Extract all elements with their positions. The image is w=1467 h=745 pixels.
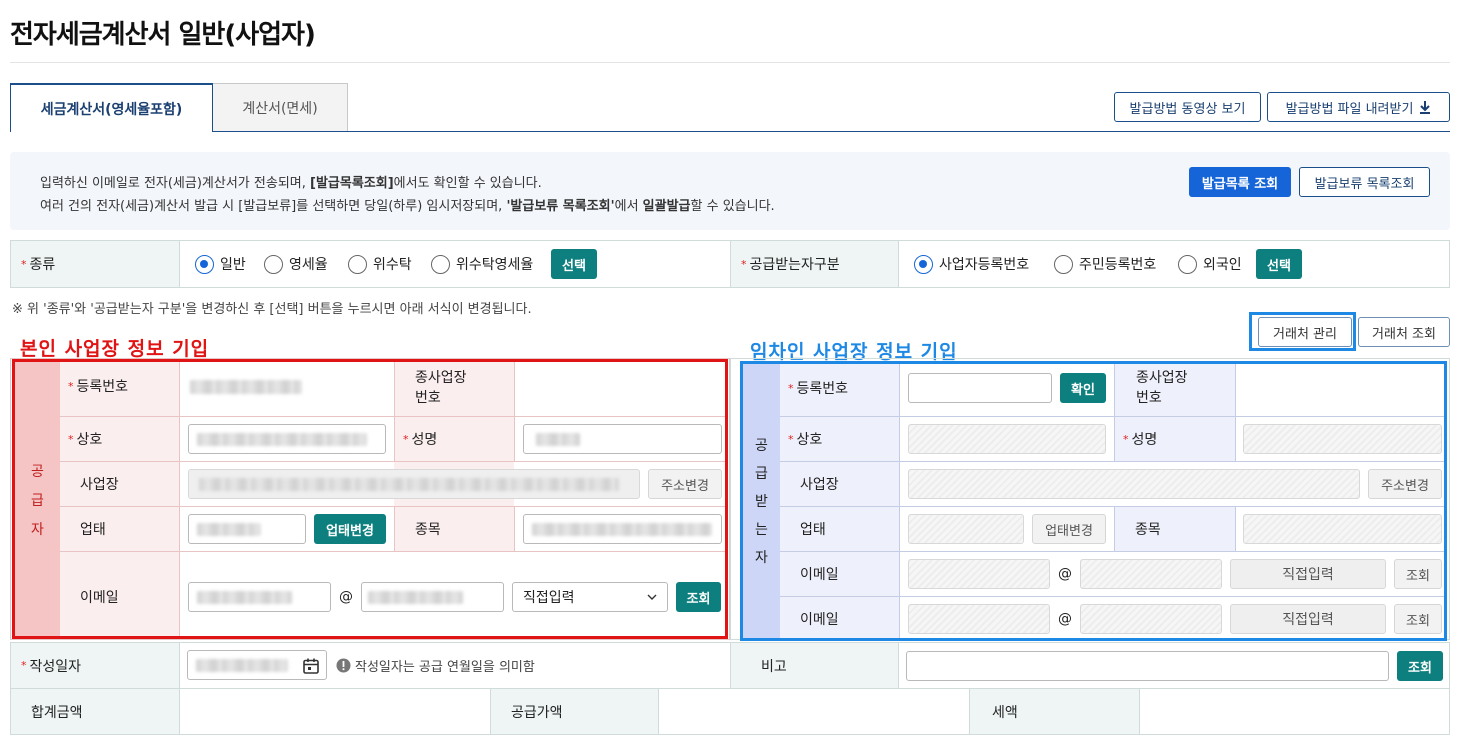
partner-lookup-button[interactable]: 거래처 조회 [1358,317,1450,347]
radio-circle [431,254,450,274]
notice-line-1: 입력하신 이메일로 전자(세금)계산서가 전송되며, [발급목록조회]에서도 확… [40,176,542,191]
recv-radio-resident-no[interactable]: 주민등록번호 [1054,254,1156,274]
issue-list-button[interactable]: 발급목록 조회 [1189,167,1291,197]
recv-select-button[interactable]: 선택 [1256,249,1302,279]
date-input[interactable] [187,650,327,680]
date-label: 작성일자 [29,658,82,675]
tax-amount-label: 세액 [969,689,1140,734]
radio-circle [1054,254,1073,274]
download-icon [1420,101,1431,114]
total-amount-label: 합계금액 [11,689,180,734]
radio-circle [195,254,214,274]
hold-list-button[interactable]: 발급보류 목록조회 [1299,167,1430,197]
page-title: 전자세금계산서 일반(사업자) [10,20,316,50]
memo-input[interactable] [906,651,1389,681]
form-change-note: ※ 위 '종류'와 '공급받는자 구분'을 변경하신 후 [선택] 버튼을 누르… [12,302,532,317]
kind-radio-zero-rate[interactable]: 영세율 [264,254,328,274]
title-divider [10,62,1450,63]
recv-radio-foreigner[interactable]: 외국인 [1178,254,1242,274]
radio-circle [914,254,933,274]
memo-lookup-button[interactable]: 조회 [1397,651,1443,681]
video-guide-label: 발급방법 동영상 보기 [1129,101,1246,117]
notice-line-2: 여러 건의 전자(세금)계산서 발급 시 [발급보류]를 선택하면 당일(하루)… [40,199,775,214]
highlight-receiver-section [740,361,1447,641]
memo-label: 비고 [730,643,899,688]
info-icon [336,658,351,673]
tab-underline [213,131,1450,132]
highlight-supplier-section [12,359,728,639]
date-label-cell: * 작성일자 [11,643,180,688]
annotation-own-business: 본인 사업장 정보 기입 [20,338,210,360]
kind-radio-consign-zero[interactable]: 위수탁영세율 [431,254,533,274]
kind-label: 종류 [29,257,56,273]
calendar-icon[interactable] [302,657,320,675]
total-row [10,688,1450,735]
download-guide-button[interactable]: 발급방법 파일 내려받기 [1267,92,1450,122]
recv-radio-biz-no[interactable]: 사업자등록번호 [914,254,1029,274]
kind-radio-consign[interactable]: 위수탁 [348,254,412,274]
radio-circle [348,254,367,274]
video-guide-button[interactable]: 발급방법 동영상 보기 [1114,92,1261,122]
tab-tax-invoice[interactable]: 세금계산서(영세율포함) [10,83,213,132]
partner-manage-button[interactable]: 거래처 관리 [1258,317,1352,347]
radio-circle [1178,254,1197,274]
recv-type-label-cell: * 공급받는자구분 [730,241,899,287]
kind-radio-general[interactable]: 일반 [195,254,246,274]
date-hint: 작성일자는 공급 연월일을 의미함 [336,656,535,675]
supply-amount-label: 공급가액 [490,689,659,734]
kind-select-button[interactable]: 선택 [551,249,597,279]
kind-label-cell: * 종류 [11,241,180,287]
radio-circle [264,254,283,274]
tab-invoice-exempt[interactable]: 계산서(면세) [212,83,348,132]
download-guide-label: 발급방법 파일 내려받기 [1285,101,1414,117]
recv-type-label: 공급받는자구분 [749,257,840,273]
